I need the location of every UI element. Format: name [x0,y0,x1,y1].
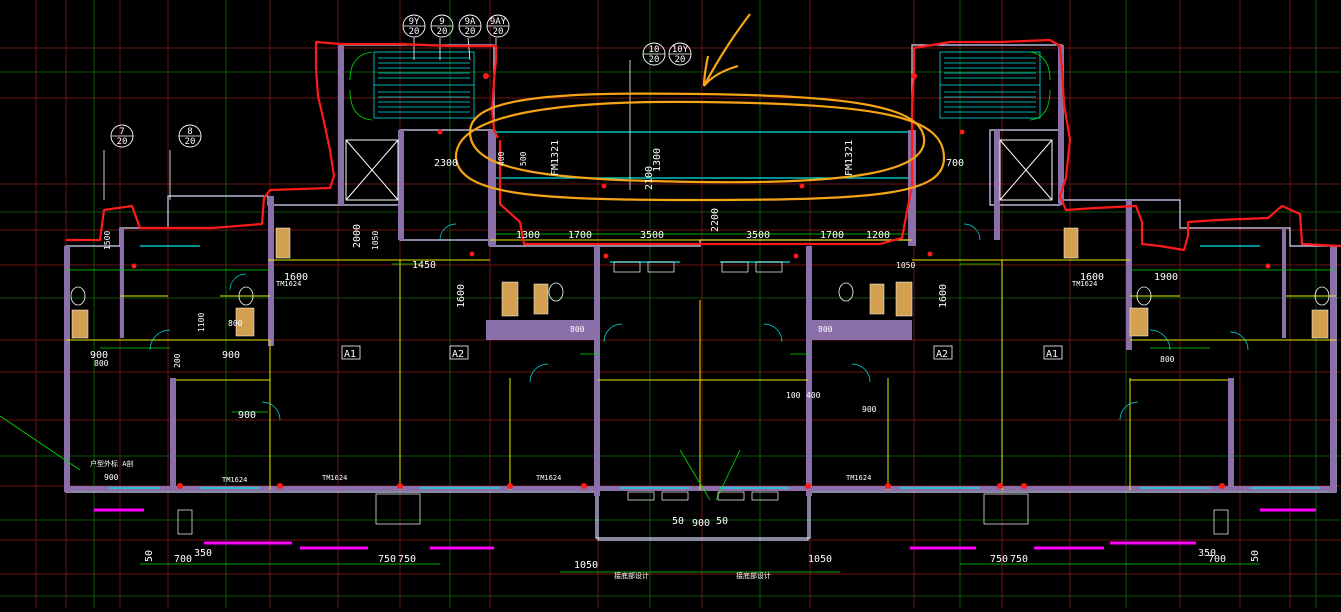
floor-plan [0,0,1341,608]
background [0,0,1341,608]
cad-drawing-canvas[interactable]: 9Y 20 9 20 9A 20 9AY 20 10 20 10Y 20 7 20 8 20 A1 A2 … [0,0,1341,608]
